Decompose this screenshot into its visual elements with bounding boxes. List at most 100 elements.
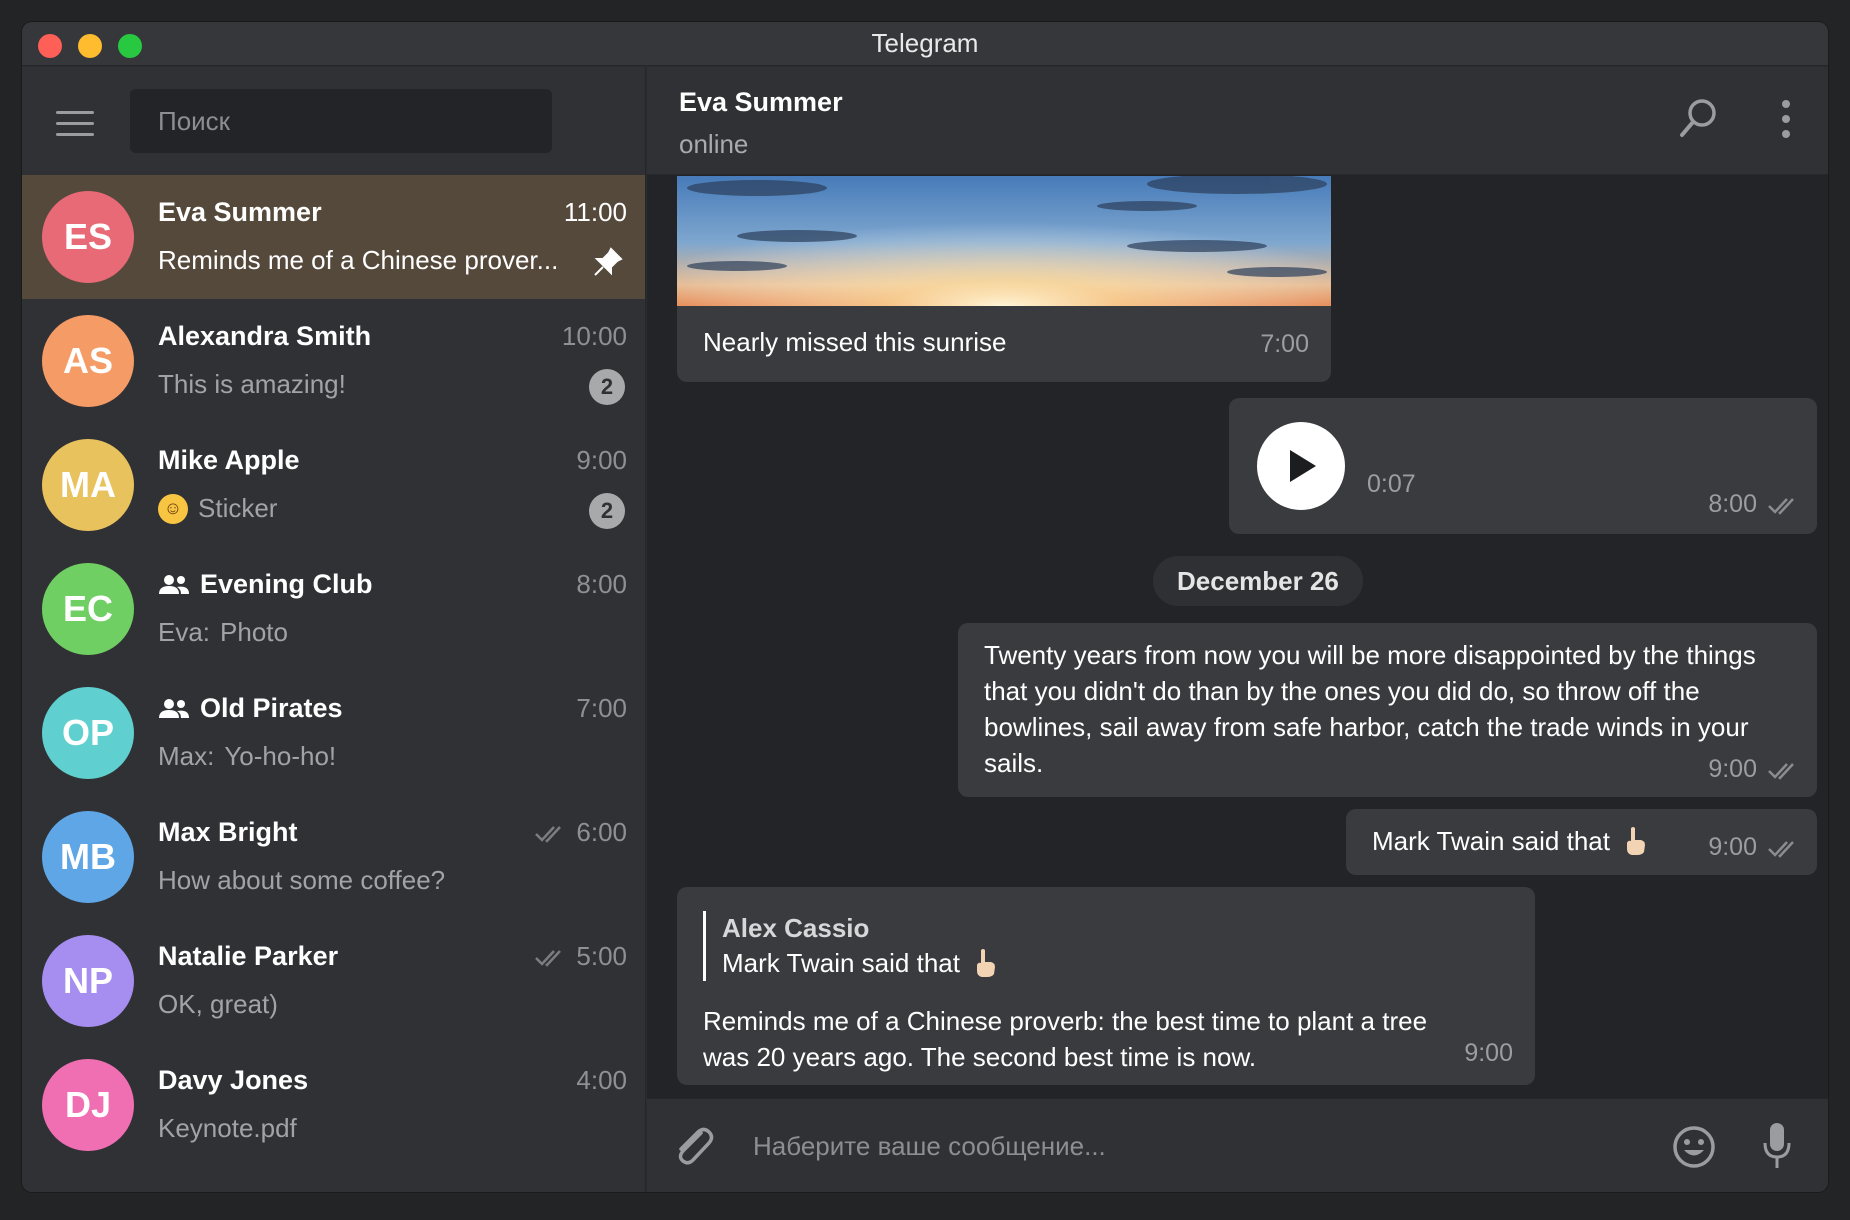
preview-text: How about some coffee? bbox=[158, 865, 446, 895]
chat-time: 7:00 bbox=[576, 693, 627, 723]
message-time: 8:00 bbox=[1708, 490, 1801, 519]
chat-preview: ☺ Sticker bbox=[158, 493, 277, 524]
avatar: MA bbox=[42, 439, 134, 531]
peer-status: online bbox=[679, 129, 749, 159]
smiley-emoji-icon: ☺ bbox=[158, 493, 188, 524]
close-window-button[interactable] bbox=[38, 34, 62, 58]
chat-time: 10:00 bbox=[561, 321, 627, 351]
avatar: OP bbox=[42, 687, 134, 779]
chat-name: Max Bright bbox=[158, 817, 298, 847]
preview-text: Reminds me of a Chinese prover... bbox=[158, 245, 558, 275]
double-check-icon bbox=[535, 825, 562, 843]
window-controls bbox=[38, 34, 142, 58]
sunrise-photo[interactable] bbox=[677, 176, 1331, 306]
avatar: DJ bbox=[42, 1059, 134, 1151]
chat-item[interactable]: DJ Davy Jones 4:00 Keynote.pdf bbox=[22, 1043, 645, 1167]
pin-icon bbox=[594, 247, 623, 276]
chat-time: 6:00 bbox=[534, 817, 627, 848]
avatar: AS bbox=[42, 315, 134, 407]
chat-preview: Keynote.pdf bbox=[158, 1113, 297, 1144]
chat-preview: Max: Yo-ho-ho! bbox=[158, 741, 336, 772]
chat-name: Natalie Parker bbox=[158, 941, 339, 971]
unread-badge: 2 bbox=[589, 369, 625, 405]
reply-quote[interactable]: Alex Cassio Mark Twain said that bbox=[703, 911, 998, 981]
preview-text: Sticker bbox=[198, 493, 278, 523]
microphone-icon[interactable] bbox=[1762, 1121, 1792, 1171]
incoming-reply-message[interactable]: Alex Cassio Mark Twain said that Reminds… bbox=[677, 887, 1535, 1085]
unread-badge: 2 bbox=[589, 493, 625, 529]
chat-time: 9:00 bbox=[576, 445, 627, 475]
chat-item[interactable]: MA Mike Apple 9:00 ☺ Sticker 2 bbox=[22, 423, 645, 547]
maximize-window-button[interactable] bbox=[118, 34, 142, 58]
sidebar: ES Eva Summer 11:00Reminds me of a Chinese… bbox=[22, 67, 646, 1192]
preview-text: OK, great) bbox=[158, 989, 278, 1019]
play-button[interactable] bbox=[1257, 422, 1345, 510]
chat-preview: OK, great) bbox=[158, 989, 278, 1020]
avatar: NP bbox=[42, 935, 134, 1027]
more-options-icon[interactable] bbox=[1780, 99, 1792, 139]
paperclip-icon[interactable] bbox=[671, 1123, 715, 1169]
window-title: Telegram bbox=[871, 28, 979, 58]
peer-name[interactable]: Eva Summer bbox=[679, 87, 843, 118]
search-icon[interactable] bbox=[1678, 97, 1718, 141]
reply-snippet: Mark Twain said that bbox=[722, 945, 998, 981]
avatar: EC bbox=[42, 563, 134, 655]
chat-header: Eva Summer online bbox=[647, 67, 1828, 175]
message-text: Mark Twain said that bbox=[1372, 823, 1648, 859]
outgoing-message[interactable]: Mark Twain said that 9:00 bbox=[1346, 809, 1817, 875]
chat-item[interactable]: AS Alexandra Smith 10:00 This is amazing! 2 bbox=[22, 299, 645, 423]
message-time: 7:00 bbox=[1260, 330, 1309, 358]
pointing-up-hand-icon bbox=[1626, 827, 1645, 855]
chat-time: 8:00 bbox=[576, 569, 627, 599]
double-check-icon bbox=[1768, 762, 1794, 780]
chat-time: 4:00 bbox=[576, 1065, 627, 1095]
search-box[interactable] bbox=[130, 89, 552, 153]
chat-preview: This is amazing! bbox=[158, 369, 346, 400]
chat-panel: Eva Summer online Nearly missed this sun… bbox=[647, 67, 1828, 1192]
double-check-icon bbox=[535, 949, 562, 967]
chat-item[interactable]: OP Old Pirates 7:00 Max: Yo-ho-ho! bbox=[22, 671, 645, 795]
chat-item[interactable]: EC Evening Club 8:00 Eva: Photo bbox=[22, 547, 645, 671]
reply-author: Alex Cassio bbox=[722, 913, 870, 943]
preview-sender: Max: bbox=[158, 741, 215, 771]
chat-time: 5:00 bbox=[534, 941, 627, 972]
chat-preview: Reminds me of a Chinese prover... bbox=[158, 245, 558, 276]
avatar: MB bbox=[42, 811, 134, 903]
chat-item[interactable]: ES Eva Summer 11:00 Reminds me of a Chinese… bbox=[22, 175, 645, 299]
chat-list: ES Eva Summer 11:00 Reminds me of a Chinese… bbox=[22, 175, 645, 1167]
date-divider: December 26 bbox=[1153, 556, 1363, 606]
app-window: Telegram ES Eva Summer 11:00Reminds me of … bbox=[22, 22, 1828, 1192]
preview-text: This is amazing! bbox=[158, 369, 346, 399]
hamburger-menu-icon[interactable] bbox=[56, 111, 94, 137]
title-bar: Telegram bbox=[22, 22, 1828, 66]
photo-message[interactable]: Nearly missed this sunrise 7:00 bbox=[677, 176, 1331, 382]
chat-name: Evening Club bbox=[158, 569, 373, 600]
message-composer bbox=[647, 1098, 1828, 1192]
chat-time: 11:00 bbox=[563, 197, 627, 227]
sidebar-header bbox=[22, 67, 645, 175]
preview-text: Photo bbox=[220, 617, 288, 647]
chat-item[interactable]: MB Max Bright 6:00 How about some coffee? bbox=[22, 795, 645, 919]
preview-text: Keynote.pdf bbox=[158, 1113, 297, 1143]
message-list: Nearly missed this sunrise 7:00 0:07 8:0… bbox=[647, 176, 1828, 1097]
group-icon bbox=[159, 574, 189, 594]
photo-caption: Nearly missed this sunrise bbox=[703, 327, 1007, 357]
preview-text: Yo-ho-ho! bbox=[224, 741, 337, 771]
chat-preview: Eva: Photo bbox=[158, 617, 288, 648]
avatar: ES bbox=[42, 191, 134, 283]
chat-name: Davy Jones bbox=[158, 1065, 309, 1095]
play-icon bbox=[1290, 450, 1316, 482]
preview-sender: Eva: bbox=[158, 617, 211, 647]
chat-item[interactable]: NP Natalie Parker 5:00 OK, great) bbox=[22, 919, 645, 1043]
voice-message[interactable]: 0:07 8:00 bbox=[1229, 398, 1817, 534]
double-check-icon bbox=[1768, 497, 1794, 515]
search-input[interactable] bbox=[158, 105, 524, 137]
message-input[interactable] bbox=[753, 1119, 1573, 1173]
emoji-icon[interactable] bbox=[1672, 1125, 1716, 1169]
message-time: 9:00 bbox=[1708, 755, 1801, 784]
voice-duration: 0:07 bbox=[1367, 470, 1416, 498]
chat-name: Mike Apple bbox=[158, 445, 300, 475]
chat-name: Eva Summer bbox=[158, 197, 322, 227]
outgoing-message[interactable]: Twenty years from now you will be more d… bbox=[958, 623, 1817, 797]
minimize-window-button[interactable] bbox=[78, 34, 102, 58]
